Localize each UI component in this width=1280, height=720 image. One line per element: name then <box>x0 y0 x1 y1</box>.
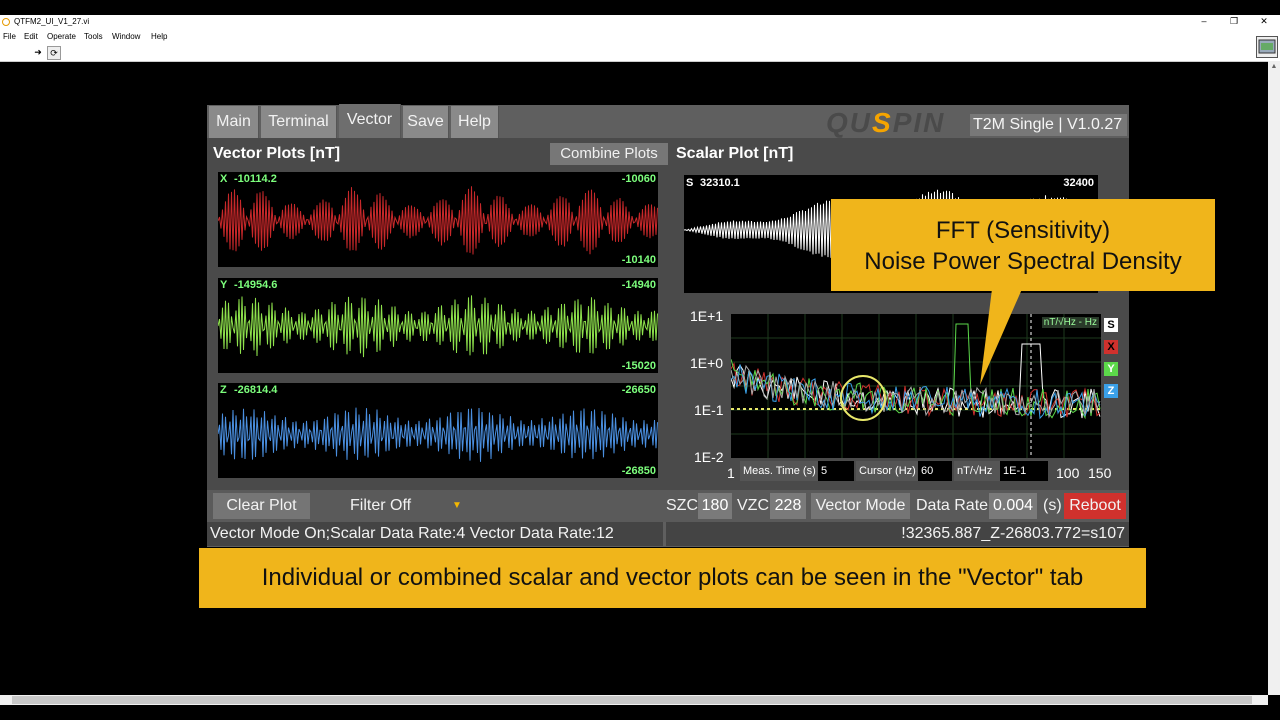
y-min-value: -15020 <box>621 360 656 372</box>
restore-icon[interactable]: ❐ <box>1226 16 1242 27</box>
close-icon[interactable]: ✕ <box>1256 16 1272 27</box>
cursor-label: Cursor (Hz) <box>856 461 921 481</box>
app-icon <box>2 18 10 26</box>
fft-spectrum <box>731 314 1101 458</box>
y-current-value: -14954.6 <box>234 279 278 291</box>
menu-tools[interactable]: Tools <box>84 32 103 41</box>
menu-bar: File Edit Operate Tools Window Help <box>0 30 1280 44</box>
z-min-value: -26850 <box>621 465 656 477</box>
x-axis-label: X <box>220 173 228 185</box>
waveform-trace <box>218 186 658 255</box>
s-axis-label: S <box>686 177 694 189</box>
fft-xtick-150: 150 <box>1088 465 1112 481</box>
combine-plots-button[interactable]: Combine Plots <box>550 143 668 165</box>
window-titlebar: QTFM2_UI_V1_27.vi – ❐ ✕ <box>0 15 1280 30</box>
sensitivity-label: nT/√Hz <box>954 461 1003 481</box>
y-axis-label: Y <box>220 279 228 291</box>
vi-icon <box>1256 36 1278 58</box>
scroll-up-icon[interactable]: ▲ <box>1268 63 1280 70</box>
menu-edit[interactable]: Edit <box>24 32 38 41</box>
z-waveform <box>218 407 658 462</box>
tab-vector[interactable]: Vector <box>339 104 401 138</box>
tab-help[interactable]: Help <box>451 106 499 138</box>
x-min-value: -10140 <box>621 254 656 266</box>
fft-xtick-100: 100 <box>1056 465 1080 481</box>
vector-mode-button[interactable]: Vector Mode <box>811 493 910 519</box>
s-max-value: 32400 <box>1063 177 1094 189</box>
version-label: T2M Single | V1.0.27 <box>970 114 1127 136</box>
tab-save[interactable]: Save <box>403 106 449 138</box>
callout-pointer <box>980 289 1022 385</box>
dropdown-arrow-icon[interactable]: ▼ <box>452 493 462 519</box>
status-readout: !32365.887_Z-26803.772=s107 <box>666 522 1129 546</box>
vector-plot-z: Z -26814.4 -26650 -26850 <box>218 383 658 478</box>
data-rate-value[interactable]: 0.004 <box>989 493 1037 519</box>
meas-time-label: Meas. Time (s) <box>740 461 821 481</box>
toolbar: ➜ ⟳ <box>0 44 1280 62</box>
fft-ytick-4: 1E-2 <box>694 449 724 465</box>
fft-ytick-2: 1E+0 <box>690 355 724 371</box>
z-axis-label: Z <box>220 384 227 396</box>
fft-ytick-1: 1E+1 <box>690 308 724 324</box>
legend-z[interactable]: Z <box>1104 384 1118 398</box>
bottom-strip <box>0 705 1280 720</box>
vertical-scrollbar[interactable]: ▲ <box>1268 61 1280 695</box>
waveform-trace <box>218 295 658 358</box>
vector-plots-title: Vector Plots [nT] <box>213 145 341 162</box>
szc-label: SZC <box>666 497 698 514</box>
clear-plot-button[interactable]: Clear Plot <box>213 493 310 519</box>
menu-help[interactable]: Help <box>151 32 167 41</box>
run-continuously-icon[interactable]: ⟳ <box>47 46 61 60</box>
legend-s[interactable]: S <box>1104 318 1118 332</box>
legend-y[interactable]: Y <box>1104 362 1118 376</box>
fft-callout: FFT (Sensitivity) Noise Power Spectral D… <box>831 199 1215 291</box>
vector-plot-y: Y -14954.6 -14940 -15020 <box>218 278 658 373</box>
quspin-logo: QUSPIN <box>826 107 946 138</box>
horizontal-scrollbar[interactable] <box>0 695 1268 705</box>
window-title: QTFM2_UI_V1_27.vi <box>14 17 90 26</box>
scalar-plot-title: Scalar Plot [nT] <box>676 145 794 162</box>
scrollbar-thumb[interactable] <box>12 696 1252 704</box>
y-max-value: -14940 <box>621 279 656 291</box>
tab-terminal[interactable]: Terminal <box>261 106 337 138</box>
x-max-value: -10060 <box>621 173 656 185</box>
data-rate-unit: (s) <box>1043 497 1062 514</box>
szc-value[interactable]: 180 <box>698 493 732 519</box>
menu-operate[interactable]: Operate <box>47 32 76 41</box>
legend-x[interactable]: X <box>1104 340 1118 354</box>
caption-callout: Individual or combined scalar and vector… <box>199 548 1146 608</box>
sensitivity-input[interactable]: 1E-1 <box>1000 461 1048 481</box>
cursor-input[interactable]: 60 <box>918 461 952 481</box>
data-rate-label: Data Rate <box>916 497 989 514</box>
vzc-label: VZC <box>737 497 769 514</box>
menu-window[interactable]: Window <box>112 32 140 41</box>
fft-callout-line2: Noise Power Spectral Density <box>864 248 1182 275</box>
minimize-icon[interactable]: – <box>1196 16 1212 26</box>
vzc-value[interactable]: 228 <box>770 493 806 519</box>
fft-plot: nT/√Hz - Hz <box>731 314 1101 458</box>
x-current-value: -10114.2 <box>234 173 277 185</box>
tab-main[interactable]: Main <box>209 106 259 138</box>
menu-file[interactable]: File <box>3 32 16 41</box>
z-max-value: -26650 <box>621 384 656 396</box>
fft-unit-label: nT/√Hz - Hz <box>1041 317 1099 328</box>
meas-time-input[interactable]: 5 <box>818 461 854 481</box>
s-current-value: 32310.1 <box>700 177 740 189</box>
z-current-value: -26814.4 <box>234 384 278 396</box>
vector-plot-x: X -10114.2 -10060 -10140 <box>218 172 658 267</box>
filter-value: Filter Off <box>350 497 412 514</box>
fft-callout-line1: FFT (Sensitivity) <box>935 217 1111 244</box>
y-waveform <box>218 295 658 358</box>
fft-ytick-3: 1E-1 <box>694 402 724 418</box>
waveform-trace <box>218 407 658 462</box>
status-message: Vector Mode On;Scalar Data Rate:4 Vector… <box>207 522 663 546</box>
fft-xtick-1: 1 <box>727 465 735 481</box>
run-arrow-icon[interactable]: ➜ <box>32 46 44 58</box>
x-waveform <box>218 186 658 255</box>
reboot-button[interactable]: Reboot <box>1064 493 1126 519</box>
